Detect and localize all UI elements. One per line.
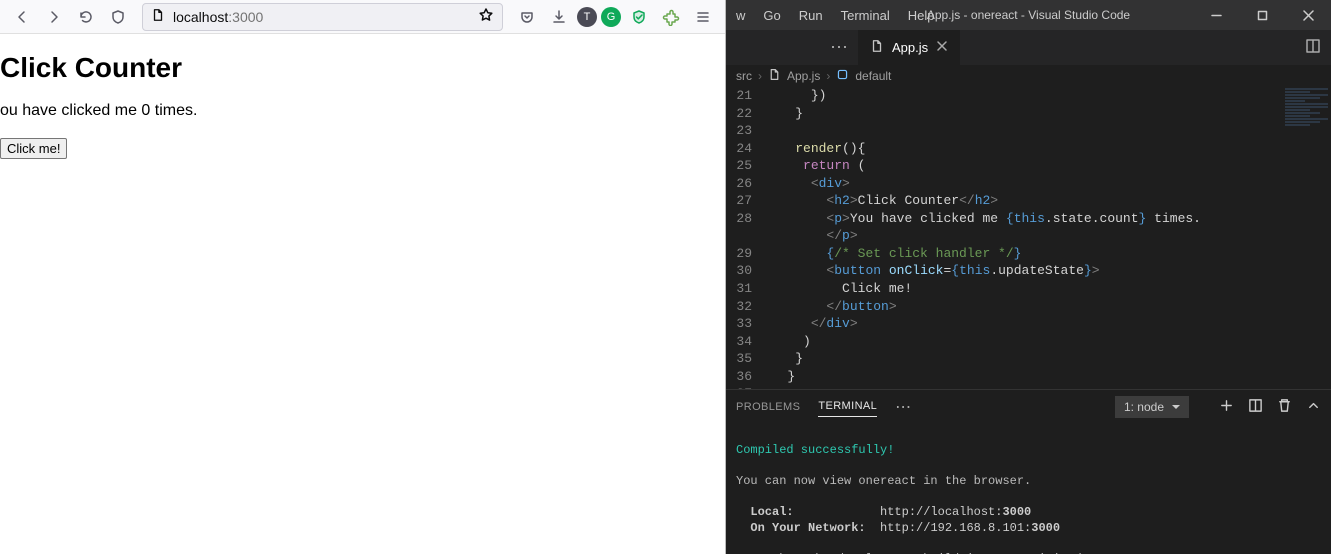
bookmark-star-icon[interactable] — [478, 7, 494, 26]
panel-overflow-icon[interactable]: ⋯ — [895, 397, 911, 417]
file-icon — [870, 39, 884, 56]
minimize-button[interactable] — [1193, 0, 1239, 30]
minimap[interactable] — [1281, 87, 1331, 287]
new-terminal-icon[interactable] — [1219, 398, 1234, 416]
menu-item[interactable]: w — [736, 8, 745, 23]
breadcrumb[interactable]: src › App.js › default — [726, 65, 1331, 87]
kill-terminal-icon[interactable] — [1277, 398, 1292, 416]
pocket-icon[interactable] — [513, 3, 541, 31]
maximize-panel-icon[interactable] — [1306, 398, 1321, 416]
code-content[interactable]: }) } render(){ return ( <div> <h2>Click … — [764, 87, 1331, 389]
panel-tab-terminal[interactable]: TERMINAL — [818, 400, 877, 417]
url-bar[interactable]: localhost:3000 — [142, 3, 503, 31]
extension-puzzle-icon[interactable] — [657, 3, 685, 31]
split-terminal-icon[interactable] — [1248, 398, 1263, 416]
extension-g-icon[interactable]: G — [601, 7, 621, 27]
page-content: Click Counter ou have clicked me 0 times… — [0, 34, 725, 554]
panel-tabs: PROBLEMS TERMINAL ⋯ 1: node — [726, 390, 1331, 423]
terminal-line: Local: http://localhost:3000 — [736, 505, 1031, 519]
split-editor-icon[interactable] — [1305, 38, 1321, 57]
terminal-output[interactable]: Compiled successfully! You can now view … — [726, 423, 1331, 554]
panel-tab-problems[interactable]: PROBLEMS — [736, 401, 800, 413]
chevron-right-icon: › — [826, 69, 830, 83]
bottom-panel: PROBLEMS TERMINAL ⋯ 1: node Compiled suc… — [726, 389, 1331, 554]
tab-overflow-icon[interactable]: ⋯ — [726, 30, 858, 65]
page-paragraph: ou have clicked me 0 times. — [0, 102, 725, 120]
tab-label: App.js — [892, 40, 928, 55]
file-icon — [768, 68, 781, 84]
breadcrumb-file[interactable]: App.js — [787, 69, 820, 83]
terminal-line: On Your Network: http://192.168.8.101:30… — [736, 521, 1060, 535]
line-number-gutter: 21 22 23 24 25 26 27 28 29 30 31 32 33 3… — [726, 87, 764, 389]
terminal-line: Compiled successfully! — [736, 443, 894, 457]
app-menu-icon[interactable] — [689, 3, 717, 31]
menu-bar: w Go Run Terminal Help — [730, 8, 934, 23]
maximize-button[interactable] — [1239, 0, 1285, 30]
tab-app-js[interactable]: App.js — [858, 30, 961, 65]
chevron-right-icon: › — [758, 69, 762, 83]
url-port: :3000 — [228, 9, 263, 25]
symbol-icon — [836, 68, 849, 84]
titlebar: w Go Run Terminal Help App.js - onereact… — [726, 0, 1331, 30]
shield-icon[interactable] — [104, 3, 132, 31]
terminal-line: You can now view onereact in the browser… — [736, 474, 1031, 488]
url-host: localhost — [173, 9, 228, 25]
menu-item[interactable]: Go — [763, 8, 780, 23]
reload-button[interactable] — [72, 3, 100, 31]
editor-area[interactable]: 21 22 23 24 25 26 27 28 29 30 31 32 33 3… — [726, 87, 1331, 389]
download-icon[interactable] — [545, 3, 573, 31]
close-button[interactable] — [1285, 0, 1331, 30]
back-button[interactable] — [8, 3, 36, 31]
terminal-picker[interactable]: 1: node — [1115, 396, 1189, 418]
vscode-window: w Go Run Terminal Help App.js - onereact… — [726, 0, 1331, 554]
extension-t-icon[interactable]: T — [577, 7, 597, 27]
menu-item[interactable]: Terminal — [841, 8, 890, 23]
click-me-button[interactable]: Click me! — [0, 138, 67, 159]
breadcrumb-folder[interactable]: src — [736, 69, 752, 83]
forward-button[interactable] — [40, 3, 68, 31]
extension-shield-green-icon[interactable] — [625, 3, 653, 31]
page-heading: Click Counter — [0, 52, 725, 84]
menu-item[interactable]: Run — [799, 8, 823, 23]
page-info-icon[interactable] — [151, 8, 165, 25]
browser-window: localhost:3000 T G Click Counter ou have… — [0, 0, 726, 554]
menu-item[interactable]: Help — [908, 8, 935, 23]
editor-tabs: ⋯ App.js — [726, 30, 1331, 65]
browser-toolbar: localhost:3000 T G — [0, 0, 725, 34]
close-icon[interactable] — [936, 40, 948, 55]
breadcrumb-symbol[interactable]: default — [855, 69, 891, 83]
